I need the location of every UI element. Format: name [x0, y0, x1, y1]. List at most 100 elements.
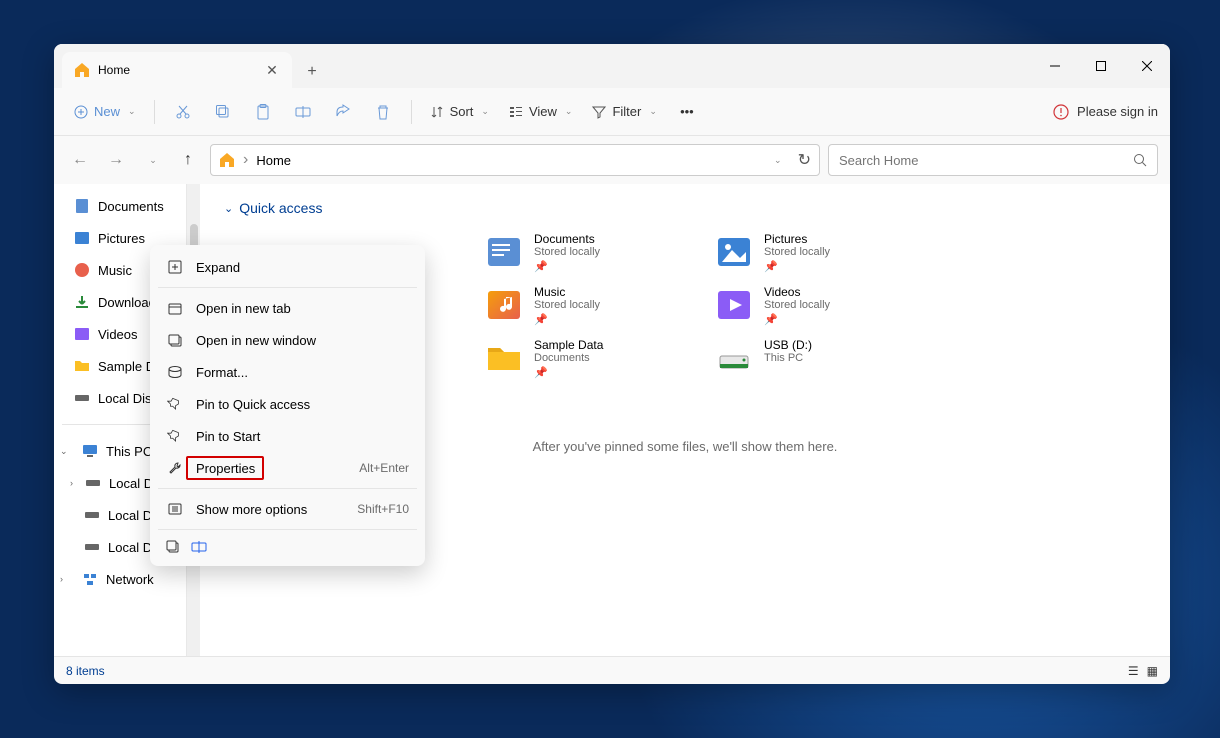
quick-access-header[interactable]: ⌄ Quick access — [224, 200, 1146, 216]
folder-icon — [484, 232, 524, 272]
pin-icon: 📌 — [764, 260, 830, 273]
context-menu-item[interactable]: Expand — [156, 251, 419, 283]
paste-icon — [256, 104, 270, 120]
folder-name: Documents — [534, 232, 600, 246]
tab-title: Home — [98, 63, 264, 77]
pc-icon — [82, 443, 98, 459]
folder-item[interactable]: Videos Stored locally 📌 — [714, 285, 924, 326]
folder-name: USB (D:) — [764, 338, 812, 352]
new-tab-button[interactable]: + — [296, 56, 328, 88]
more-icon — [166, 500, 184, 518]
copy-button[interactable] — [205, 96, 241, 128]
share-icon — [335, 104, 351, 120]
statusbar: 8 items ☰ ▦ — [54, 656, 1170, 684]
sidebar-item-documents[interactable]: Documents — [54, 190, 186, 222]
minimize-button[interactable] — [1032, 44, 1078, 88]
pic-icon — [74, 230, 90, 246]
menu-label: Show more options — [196, 502, 345, 517]
chevron-down-icon: ⌄ — [224, 202, 233, 215]
window-controls — [1032, 44, 1170, 88]
folder-item[interactable]: USB (D:) This PC — [714, 338, 924, 379]
item-count: 8 items — [66, 664, 105, 678]
maximize-button[interactable] — [1078, 44, 1124, 88]
cut-button[interactable] — [165, 96, 201, 128]
context-menu-item[interactable]: Pin to Quick access — [156, 388, 419, 420]
recent-button[interactable]: ⌄ — [138, 146, 166, 174]
search-box[interactable] — [828, 144, 1158, 176]
forward-button[interactable]: → — [102, 146, 130, 174]
folder-icon — [484, 285, 524, 325]
chevron-down-icon: ⌄ — [128, 106, 136, 117]
folder-item[interactable]: Documents Stored locally 📌 — [484, 232, 694, 273]
sidebar-item-network[interactable]: ›Network — [54, 563, 186, 595]
folder-location: Stored locally — [764, 246, 830, 258]
context-menu-item[interactable]: Open in new window — [156, 324, 419, 356]
menu-label: Pin to Quick access — [196, 397, 409, 412]
delete-button[interactable] — [365, 96, 401, 128]
chevron-down-icon[interactable]: ⌄ — [774, 155, 782, 166]
pin-icon: 📌 — [534, 260, 600, 273]
view-icon — [509, 105, 523, 119]
context-menu-item[interactable]: Open in new tab — [156, 292, 419, 324]
cut-icon — [175, 104, 191, 120]
back-button[interactable]: ← — [66, 146, 94, 174]
chevron-right-icon[interactable]: › — [60, 574, 70, 584]
folder-item[interactable]: Sample Data Documents 📌 — [484, 338, 694, 379]
tab-icon — [166, 299, 184, 317]
paste-button[interactable] — [245, 96, 281, 128]
context-menu-item[interactable]: Properties Alt+Enter — [156, 452, 419, 484]
disk-icon — [84, 539, 100, 555]
chevron-down-icon[interactable]: ⌄ — [60, 446, 70, 457]
chevron-down-icon: ⌄ — [649, 106, 657, 117]
address-bar[interactable]: › Home ⌄ ↻ — [210, 144, 820, 176]
up-button[interactable]: ↑ — [174, 146, 202, 174]
folder-icon — [484, 338, 524, 378]
tab-close-button[interactable]: ✕ — [264, 62, 280, 78]
folder-icon — [714, 285, 754, 325]
wrench-icon — [166, 459, 184, 477]
menu-label: Open in new tab — [196, 301, 409, 316]
context-menu-item[interactable]: Show more options Shift+F10 — [156, 493, 419, 525]
shortcut: Alt+Enter — [359, 461, 409, 475]
search-input[interactable] — [839, 153, 1133, 168]
details-view-button[interactable]: ☰ — [1128, 664, 1139, 678]
copy-icon[interactable] — [164, 538, 182, 556]
pin-icon — [166, 427, 184, 445]
folder-item[interactable]: Music Stored locally 📌 — [484, 285, 694, 326]
folder-location: Stored locally — [534, 246, 600, 258]
window-icon — [166, 331, 184, 349]
music-icon — [74, 262, 90, 278]
breadcrumb[interactable]: Home — [256, 153, 764, 168]
folder-location: Stored locally — [534, 299, 600, 311]
icons-view-button[interactable]: ▦ — [1147, 664, 1158, 678]
home-icon — [74, 62, 90, 78]
view-button[interactable]: View ⌄ — [501, 96, 581, 128]
menu-label: Open in new window — [196, 333, 409, 348]
more-button[interactable]: ••• — [669, 96, 705, 128]
close-button[interactable] — [1124, 44, 1170, 88]
menu-label: Properties — [196, 461, 347, 476]
new-button[interactable]: New ⌄ — [66, 96, 144, 128]
rename-icon[interactable] — [190, 538, 208, 556]
home-icon — [219, 152, 235, 168]
tab-home[interactable]: Home ✕ — [62, 52, 292, 88]
titlebar: Home ✕ + — [54, 44, 1170, 88]
refresh-button[interactable]: ↻ — [798, 150, 811, 170]
signin-prompt[interactable]: Please sign in — [1053, 104, 1158, 120]
chevron-right-icon[interactable]: › — [70, 478, 73, 488]
folder-location: This PC — [764, 352, 812, 364]
video-icon — [74, 326, 90, 342]
filter-button[interactable]: Filter ⌄ — [584, 96, 664, 128]
filter-icon — [592, 105, 606, 119]
trash-icon — [376, 104, 390, 120]
folder-icon — [714, 338, 754, 378]
menu-label: Format... — [196, 365, 409, 380]
folder-item[interactable]: Pictures Stored locally 📌 — [714, 232, 924, 273]
rename-button[interactable] — [285, 96, 321, 128]
search-icon — [1133, 153, 1147, 167]
share-button[interactable] — [325, 96, 361, 128]
sort-button[interactable]: Sort ⌄ — [422, 96, 497, 128]
download-icon — [74, 294, 90, 310]
context-menu-item[interactable]: Format... — [156, 356, 419, 388]
context-menu-item[interactable]: Pin to Start — [156, 420, 419, 452]
